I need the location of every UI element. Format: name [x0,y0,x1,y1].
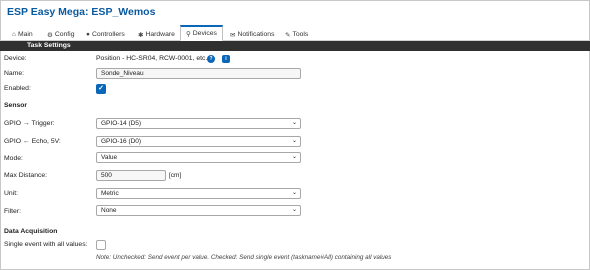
tab-label: Main [17,31,33,38]
name-input[interactable]: Sonde_Niveau [96,68,301,79]
tab-label: Hardware [145,31,175,38]
single-event-checkbox[interactable] [96,240,106,250]
tab-notifications[interactable]: ✉ Notifications [230,28,274,41]
unit-select[interactable]: Metric ⌄ [96,188,301,199]
mode-select[interactable]: Value ⌄ [96,152,301,163]
single-event-note: Note: Unchecked: Send event per value. C… [96,254,392,261]
tab-label: Devices [192,30,217,37]
tab-config[interactable]: ⚙ Config [47,28,74,41]
section-header-title: Task Settings [27,42,71,49]
tab-label: Tools [292,31,309,38]
device-value: Position - HC-SR04, RCW-0001, etc. [96,55,208,62]
chevron-down-icon: ⌄ [291,154,297,160]
sensor-heading: Sensor [4,102,28,109]
home-icon: ⌂ [12,31,16,38]
pin-icon: ⚲ [186,30,191,38]
gear-icon: ⚙ [47,31,53,39]
section-header: Task Settings [0,41,590,51]
filter-selected-value: None [101,207,117,214]
device-label: Device: [4,55,27,62]
chevron-down-icon: ⌄ [291,138,297,144]
tab-controllers[interactable]: ● Controllers [86,28,125,41]
tab-label: Notifications [237,31,275,38]
data-acquisition-heading: Data Acquisition [4,228,58,235]
trigger-select[interactable]: GPIO-14 (D5) ⌄ [96,118,301,129]
tab-tools[interactable]: ✎ Tools [285,28,308,41]
tab-label: Controllers [91,31,125,38]
app-title: ESP Easy Mega: ESP_Wemos [7,6,156,18]
tab-main[interactable]: ⌂ Main [12,28,33,41]
echo-label: GPIO ← Echo, 5V: [4,138,61,145]
mode-label: Mode: [4,155,23,162]
hardware-icon: ✱ [138,31,144,39]
name-label: Name: [4,70,25,77]
help-icon[interactable]: ? [207,55,215,63]
chevron-down-icon: ⌄ [291,120,297,126]
chevron-down-icon: ⌄ [291,207,297,213]
unit-selected-value: Metric [101,190,119,197]
filter-select[interactable]: None ⌄ [96,205,301,216]
tab-devices[interactable]: ⚲ Devices [180,25,223,41]
echo-selected-value: GPIO-16 (D0) [101,138,142,145]
wrench-icon: ✎ [285,31,291,39]
trigger-label: GPIO → Trigger: [4,120,55,127]
enabled-checkbox[interactable]: ✓ [96,84,106,94]
max-distance-label: Max Distance: [4,172,48,179]
trigger-selected-value: GPIO-14 (D5) [101,120,142,127]
max-distance-unit: [cm] [169,172,182,179]
tab-label: Config [54,31,75,38]
chevron-down-icon: ⌄ [291,190,297,196]
controller-icon: ● [86,31,90,38]
mode-selected-value: Value [101,154,118,161]
echo-select[interactable]: GPIO-16 (D0) ⌄ [96,136,301,147]
filter-label: Filter: [4,208,21,215]
unit-label: Unit: [4,190,18,197]
info-icon[interactable]: i [222,55,230,63]
tab-hardware[interactable]: ✱ Hardware [138,28,175,41]
envelope-icon: ✉ [230,31,236,39]
single-event-label: Single event with all values: [4,241,88,248]
max-distance-input[interactable]: 500 [96,170,166,181]
tab-bar: ⌂ Main ⚙ Config ● Controllers ✱ Hardware… [0,24,590,41]
enabled-label: Enabled: [4,85,31,92]
